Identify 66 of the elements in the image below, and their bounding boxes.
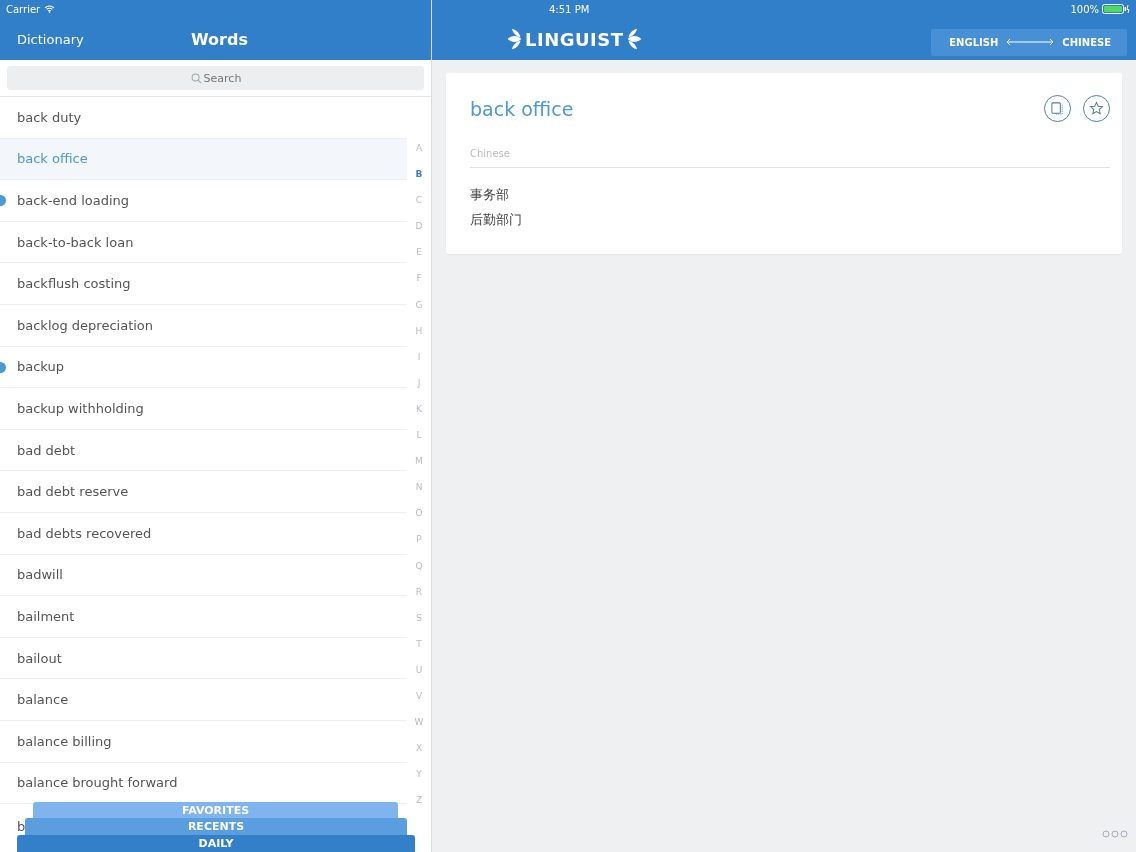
word-list-item[interactable]: bad debts recovered	[0, 512, 407, 555]
entry-term: back office	[470, 97, 574, 120]
index-letter[interactable]: W	[414, 717, 424, 744]
clock-label: 4:51 PM	[549, 3, 590, 15]
flashcard-button[interactable]	[1044, 95, 1071, 122]
nav-title: Words	[191, 29, 248, 49]
index-letter[interactable]: E	[416, 247, 422, 274]
index-letter[interactable]: Z	[415, 795, 423, 822]
word-list-item[interactable]: badwill	[0, 554, 407, 597]
word-list-item[interactable]: backup withholding	[0, 388, 407, 430]
more-icon[interactable]	[1102, 830, 1128, 838]
index-letter[interactable]: Q	[415, 560, 423, 587]
index-letter[interactable]: V	[415, 690, 423, 718]
index-letter[interactable]: D	[415, 221, 423, 248]
word-list-item[interactable]: backlog depreciation	[0, 304, 407, 347]
word-list-item[interactable]: bailment	[0, 596, 407, 638]
language-label: Chinese	[470, 148, 1110, 168]
index-letter[interactable]: L	[416, 430, 422, 457]
index-letter[interactable]: M	[415, 456, 423, 483]
index-letter[interactable]: C	[415, 195, 423, 222]
carrier-label: Carrier	[6, 3, 41, 15]
wifi-icon	[44, 5, 56, 13]
battery-percent: 100%	[1070, 3, 1099, 15]
favorite-button[interactable]	[1083, 95, 1110, 122]
word-list-item[interactable]: balance	[0, 679, 407, 721]
index-letter[interactable]: U	[415, 664, 423, 691]
index-letter[interactable]: Y	[416, 769, 422, 796]
battery-icon	[1102, 4, 1130, 14]
index-letter[interactable]: P	[416, 534, 422, 561]
double-arrow-icon	[1006, 38, 1055, 46]
index-letter[interactable]: K	[416, 403, 422, 431]
word-list-item[interactable]: balance billing	[0, 720, 407, 763]
bottom-tab[interactable]: FAVORITES	[33, 802, 398, 818]
word-list-item[interactable]: back duty	[0, 97, 407, 139]
leaf-icon	[506, 27, 523, 51]
word-list-item[interactable]: back office	[0, 138, 407, 181]
index-letter[interactable]: N	[415, 482, 423, 509]
index-letter[interactable]: R	[415, 586, 423, 613]
index-letter[interactable]: F	[416, 273, 422, 300]
index-letter[interactable]: O	[415, 508, 423, 535]
index-letter[interactable]: T	[416, 638, 422, 665]
search-icon	[191, 73, 202, 84]
index-letter[interactable]: J	[417, 377, 421, 404]
index-letter[interactable]: B	[415, 169, 423, 196]
index-letter[interactable]: S	[416, 612, 422, 639]
search-field[interactable]: Search	[7, 66, 424, 90]
star-icon	[1089, 101, 1104, 116]
card-icon	[1050, 101, 1065, 116]
leaf-icon	[625, 27, 643, 51]
word-list-item[interactable]: bad debt	[0, 429, 407, 472]
word-list-item[interactable]: back-to-back loan	[0, 221, 407, 264]
word-list-item[interactable]: back-end loading	[0, 180, 407, 222]
index-letter[interactable]: G	[415, 299, 423, 326]
back-button[interactable]: Dictionary	[0, 31, 101, 47]
index-letter[interactable]: A	[415, 143, 423, 170]
translation-text: 事务部	[470, 186, 510, 204]
word-list-item[interactable]: bailout	[0, 637, 407, 680]
bottom-tab[interactable]: DAILY	[17, 835, 415, 852]
translation-text: 后勤部门	[470, 211, 523, 229]
word-list-item[interactable]: backflush costing	[0, 263, 407, 305]
word-list-item[interactable]: backup	[0, 346, 407, 389]
index-letter[interactable]: X	[415, 743, 423, 770]
bottom-tab[interactable]: RECENTS	[25, 818, 407, 835]
word-list-item[interactable]: bad debt reserve	[0, 471, 407, 513]
language-switch-button[interactable]: ENGLISH CHINESE	[931, 28, 1127, 56]
app-logo: LINGUIST	[525, 28, 624, 50]
